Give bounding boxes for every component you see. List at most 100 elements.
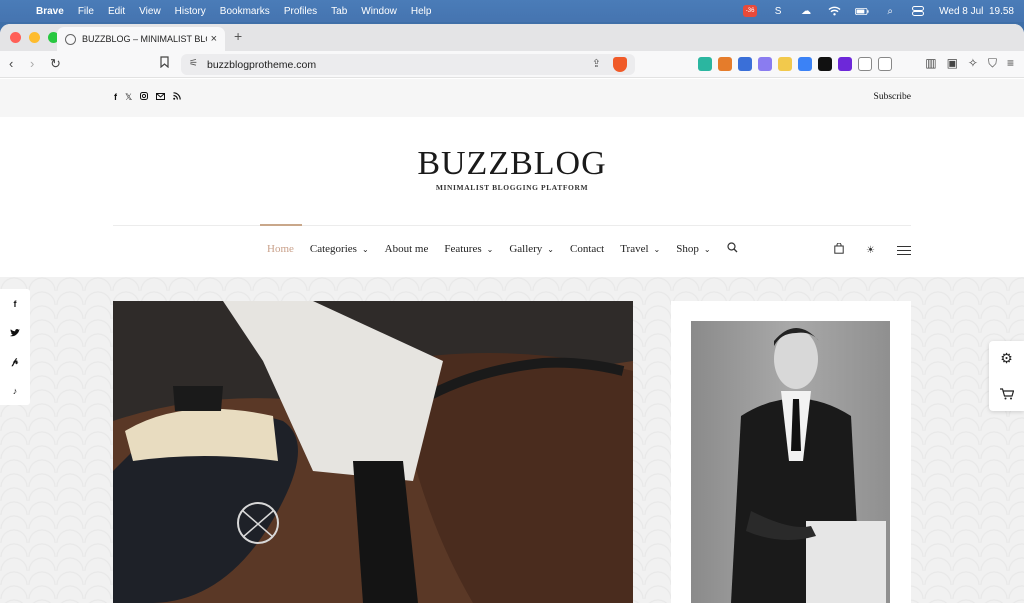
site-logo[interactable]: BUZZBLOG — [0, 145, 1024, 183]
tab-title: BUZZBLOG – MINIMALIST BLOG — [82, 34, 207, 44]
menu-tab[interactable]: Tab — [331, 6, 347, 17]
nav-item-travel[interactable]: Travel ⌄ — [620, 243, 660, 255]
twitter-icon[interactable] — [0, 318, 30, 347]
tiktok-icon[interactable]: ♪ — [0, 376, 30, 405]
nav-item-label: Travel — [620, 243, 649, 255]
new-tab-button[interactable]: + — [234, 28, 242, 44]
extension-4-icon[interactable] — [758, 57, 772, 71]
top-bar: f 𝕏 Subscribe — [0, 79, 1024, 117]
sidebar-widget — [671, 301, 911, 603]
brave-shields-icon[interactable] — [613, 57, 627, 72]
extension-6-icon[interactable] — [798, 57, 812, 71]
floating-tools-bar: ⚙ — [989, 341, 1024, 411]
hamburger-menu-icon[interactable]: ≡ — [1007, 56, 1014, 71]
chevron-down-icon: ⌄ — [547, 245, 554, 254]
search-icon[interactable] — [726, 242, 738, 256]
menu-file[interactable]: File — [78, 6, 94, 17]
nav-item-label: Features — [444, 243, 482, 255]
menubar-clock[interactable]: Wed 8 Jul 19.58 — [939, 6, 1014, 17]
nav-item-features[interactable]: Features ⌄ — [444, 243, 493, 255]
nav-item-contact[interactable]: Contact — [570, 243, 604, 255]
chevron-down-icon: ⌄ — [361, 245, 369, 254]
header-actions: ☀ — [834, 242, 911, 258]
pinterest-icon[interactable]: 𝓅 — [0, 347, 30, 376]
menu-history[interactable]: History — [175, 6, 206, 17]
menu-bookmarks[interactable]: Bookmarks — [220, 6, 270, 17]
control-center-icon[interactable] — [911, 5, 925, 17]
settings-gear-icon[interactable]: ⚙ — [989, 341, 1024, 376]
nav-item-label: Shop — [676, 243, 699, 255]
close-tab-icon[interactable]: × — [211, 33, 217, 45]
shopping-bag-icon[interactable] — [834, 242, 844, 257]
instagram-icon[interactable] — [140, 92, 149, 103]
url-text[interactable]: buzzblogprotheme.com — [207, 59, 316, 71]
subscribe-link[interactable]: Subscribe — [874, 92, 911, 102]
nav-item-about-me[interactable]: About me — [385, 243, 429, 255]
menu-view[interactable]: View — [139, 6, 161, 17]
x-icon[interactable]: 𝕏 — [125, 92, 132, 103]
metamask-icon[interactable] — [718, 57, 732, 71]
facebook-icon[interactable]: f — [0, 289, 30, 318]
chevron-down-icon: ⌄ — [486, 245, 494, 254]
site-header: BUZZBLOG MINIMALIST BLOGGING PLATFORM Ho… — [0, 117, 1024, 277]
forward-icon[interactable]: › — [30, 56, 34, 72]
vpn-shield-icon[interactable]: ⛉ — [988, 56, 997, 71]
extensions-bar — [698, 57, 892, 71]
wifi-icon[interactable] — [827, 5, 841, 17]
featured-post-image[interactable] — [113, 301, 633, 603]
menu-brave[interactable]: Brave — [36, 6, 64, 17]
wallet-icon[interactable]: ▣ — [947, 56, 958, 71]
menu-window[interactable]: Window — [361, 6, 397, 17]
offcanvas-menu-icon[interactable] — [896, 243, 911, 258]
cart-icon[interactable] — [989, 376, 1024, 411]
sidebar-toggle-icon[interactable]: ▥ — [925, 56, 936, 71]
screenshot-icon[interactable] — [878, 57, 892, 71]
close-window-button[interactable] — [10, 32, 21, 43]
nav-item-categories[interactable]: Categories ⌄ — [310, 243, 369, 255]
floating-share-bar: f 𝓅 ♪ — [0, 289, 30, 405]
tab-strip: BUZZBLOG – MINIMALIST BLOG × + — [0, 24, 1024, 51]
nav-item-label: Categories — [309, 243, 357, 255]
extension-8-icon[interactable] — [838, 57, 852, 71]
cloud-icon[interactable]: ☁ — [799, 5, 813, 17]
nav-item-shop[interactable]: Shop ⌄ — [676, 243, 710, 255]
chevron-down-icon: ⌄ — [653, 245, 661, 254]
site-settings-icon[interactable]: ⚟ — [189, 58, 198, 69]
window-controls — [10, 32, 59, 43]
extension-3-icon[interactable] — [738, 57, 752, 71]
rss-icon[interactable] — [173, 92, 182, 103]
puzzle-extensions-icon[interactable] — [858, 57, 872, 71]
share-icon[interactable]: ⇪ — [592, 57, 601, 70]
menu-profiles[interactable]: Profiles — [284, 6, 317, 17]
spotlight-search-icon[interactable]: ⌕ — [883, 5, 897, 17]
back-icon[interactable]: ‹ — [9, 56, 13, 72]
status-badge-icon[interactable]: -36 — [743, 5, 758, 17]
about-portrait-image[interactable] — [691, 321, 890, 603]
nav-item-home[interactable]: Home — [267, 243, 294, 255]
browser-toolbar: ‹ › ↻ ⚟ buzzblogprotheme.com ⇪ ▥ ▣ ✧ ⛉ ≡ — [0, 51, 1024, 78]
nav-item-gallery[interactable]: Gallery ⌄ — [509, 243, 554, 255]
dark-mode-toggle-icon[interactable]: ☀ — [866, 245, 875, 256]
reload-icon[interactable]: ↻ — [50, 56, 61, 72]
browser-tab-active[interactable]: BUZZBLOG – MINIMALIST BLOG × — [57, 27, 225, 51]
menu-edit[interactable]: Edit — [108, 6, 125, 17]
extension-7-icon[interactable] — [818, 57, 832, 71]
extension-5-icon[interactable] — [778, 57, 792, 71]
main-navigation: Home Categories ⌄ About me Features ⌄ Gall… — [267, 242, 738, 256]
nav-divider — [113, 225, 911, 226]
social-links-top: f 𝕏 — [114, 92, 182, 103]
nav-item-label: Gallery — [509, 243, 543, 255]
leo-ai-icon[interactable]: ✧ — [968, 56, 978, 71]
nav-item-label: Contact — [570, 243, 605, 255]
s-app-icon[interactable]: S — [771, 5, 785, 17]
menu-help[interactable]: Help — [411, 6, 432, 17]
battery-icon[interactable] — [855, 5, 869, 17]
address-bar[interactable]: ⚟ buzzblogprotheme.com ⇪ — [181, 54, 635, 75]
web-page: f 𝕏 Subscribe BUZZBLOG MINIMALIST BLOGGI… — [0, 79, 1024, 603]
minimize-window-button[interactable] — [29, 32, 40, 43]
active-nav-indicator — [260, 224, 302, 226]
facebook-icon[interactable]: f — [114, 92, 117, 103]
email-icon[interactable] — [156, 92, 166, 103]
extension-1-icon[interactable] — [698, 57, 712, 71]
bookmark-icon[interactable] — [160, 56, 169, 72]
